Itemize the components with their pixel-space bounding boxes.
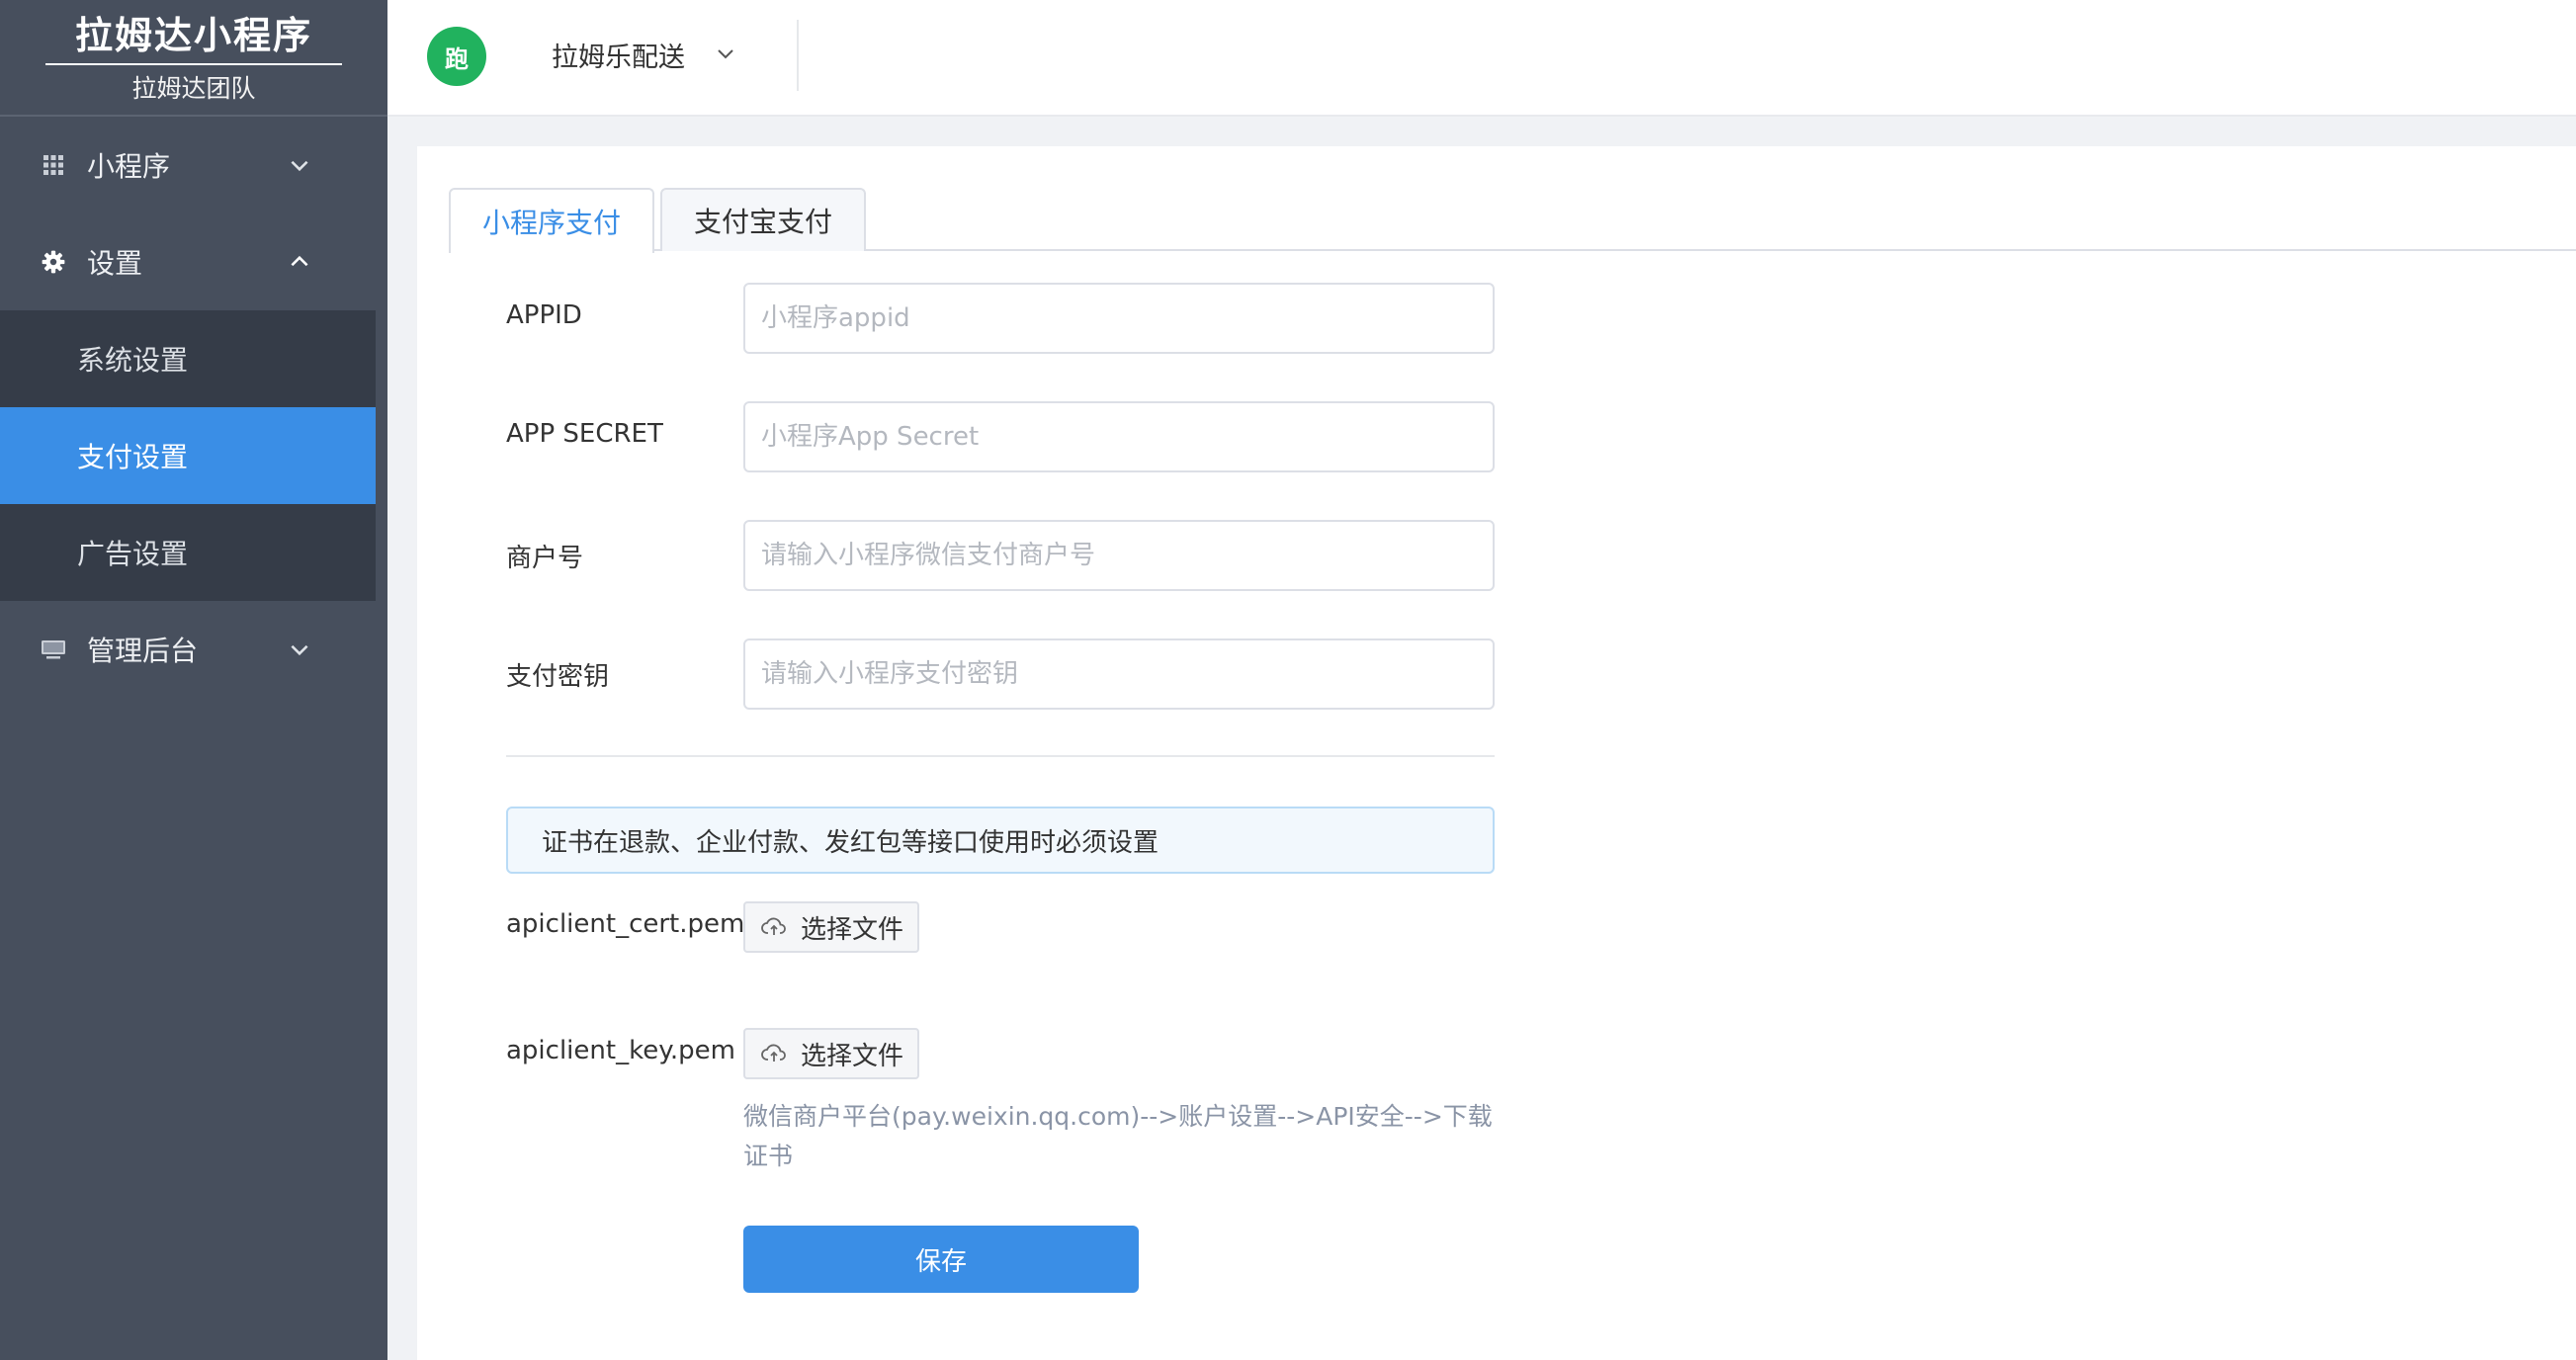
menu-item-label: 小程序 xyxy=(87,150,171,183)
menu-item-miniprogram[interactable]: 小程序 xyxy=(0,117,387,213)
chevron-down-icon xyxy=(291,644,308,656)
chevron-down-icon[interactable] xyxy=(714,42,737,65)
brand: 拉姆达小程序 拉姆达团队 xyxy=(0,0,387,117)
merchant-id-input[interactable] xyxy=(743,520,1495,591)
menu-item-label: 管理后台 xyxy=(87,635,199,667)
cert-notice: 证书在退款、企业付款、发红包等接口使用时必须设置 xyxy=(506,807,1495,874)
store-selector-label[interactable]: 拉姆乐配送 xyxy=(552,36,685,74)
key-choose-file-label: 选择文件 xyxy=(801,1041,904,1071)
appid-label: APPID xyxy=(506,300,582,330)
header-divider xyxy=(797,20,799,91)
sidebar: 拉姆达小程序 拉姆达团队 小程序 设置 系统设置 支付设置 广告设置 管理后台 xyxy=(0,0,387,1360)
cert-file-label: apiclient_cert.pem xyxy=(506,909,745,939)
brand-title: 拉姆达小程序 xyxy=(44,10,342,65)
pay-key-label: 支付密钥 xyxy=(506,662,610,692)
cert-choose-file-label: 选择文件 xyxy=(801,914,904,945)
key-file-label: apiclient_key.pem xyxy=(506,1036,735,1065)
menu-item-label: 设置 xyxy=(87,247,143,280)
monitor-icon xyxy=(40,636,67,663)
cert-download-hint: 微信商户平台(pay.weixin.qq.com)-->账户设置-->API安全… xyxy=(743,1102,1493,1170)
grid-icon xyxy=(40,151,67,179)
cert-choose-file-button[interactable]: 选择文件 xyxy=(743,901,919,953)
gear-icon xyxy=(40,248,67,276)
cert-notice-text: 证书在退款、企业付款、发红包等接口使用时必须设置 xyxy=(542,827,1159,858)
cloud-upload-icon xyxy=(761,917,786,935)
appid-input[interactable] xyxy=(743,283,1495,354)
menu-item-admin[interactable]: 管理后台 xyxy=(0,601,387,698)
top-header: 跑 拉姆乐配送 xyxy=(387,0,2576,117)
app-secret-input[interactable] xyxy=(743,401,1495,472)
pay-key-input[interactable] xyxy=(743,638,1495,710)
sub-item-label: 支付设置 xyxy=(77,441,189,473)
cloud-upload-icon xyxy=(761,1044,786,1062)
tab-miniprogram-pay[interactable]: 小程序支付 xyxy=(449,188,654,253)
sidebar-item-payment-settings[interactable]: 支付设置 xyxy=(0,407,376,504)
sub-item-label: 系统设置 xyxy=(77,344,189,377)
key-choose-file-button[interactable]: 选择文件 xyxy=(743,1028,919,1079)
sub-item-label: 广告设置 xyxy=(77,538,189,570)
chevron-down-icon xyxy=(291,160,308,172)
form-divider xyxy=(506,755,1495,757)
merchant-id-label: 商户号 xyxy=(506,544,584,573)
menu-item-settings[interactable]: 设置 xyxy=(0,213,387,310)
brand-subtitle: 拉姆达团队 xyxy=(131,74,256,103)
tab-alipay-pay[interactable]: 支付宝支付 xyxy=(660,188,866,251)
settings-submenu: 系统设置 支付设置 广告设置 xyxy=(0,310,376,601)
sidebar-item-ad-settings[interactable]: 广告设置 xyxy=(0,504,376,601)
app-secret-label: APP SECRET xyxy=(506,419,663,449)
chevron-up-icon xyxy=(291,255,308,267)
payment-settings-card: 小程序支付 支付宝支付 APPID APP SECRET 商户号 支付密钥 证书… xyxy=(417,146,2576,1360)
avatar[interactable]: 跑 xyxy=(427,27,486,86)
save-button[interactable]: 保存 xyxy=(743,1226,1139,1293)
sidebar-item-system-settings[interactable]: 系统设置 xyxy=(0,310,376,407)
